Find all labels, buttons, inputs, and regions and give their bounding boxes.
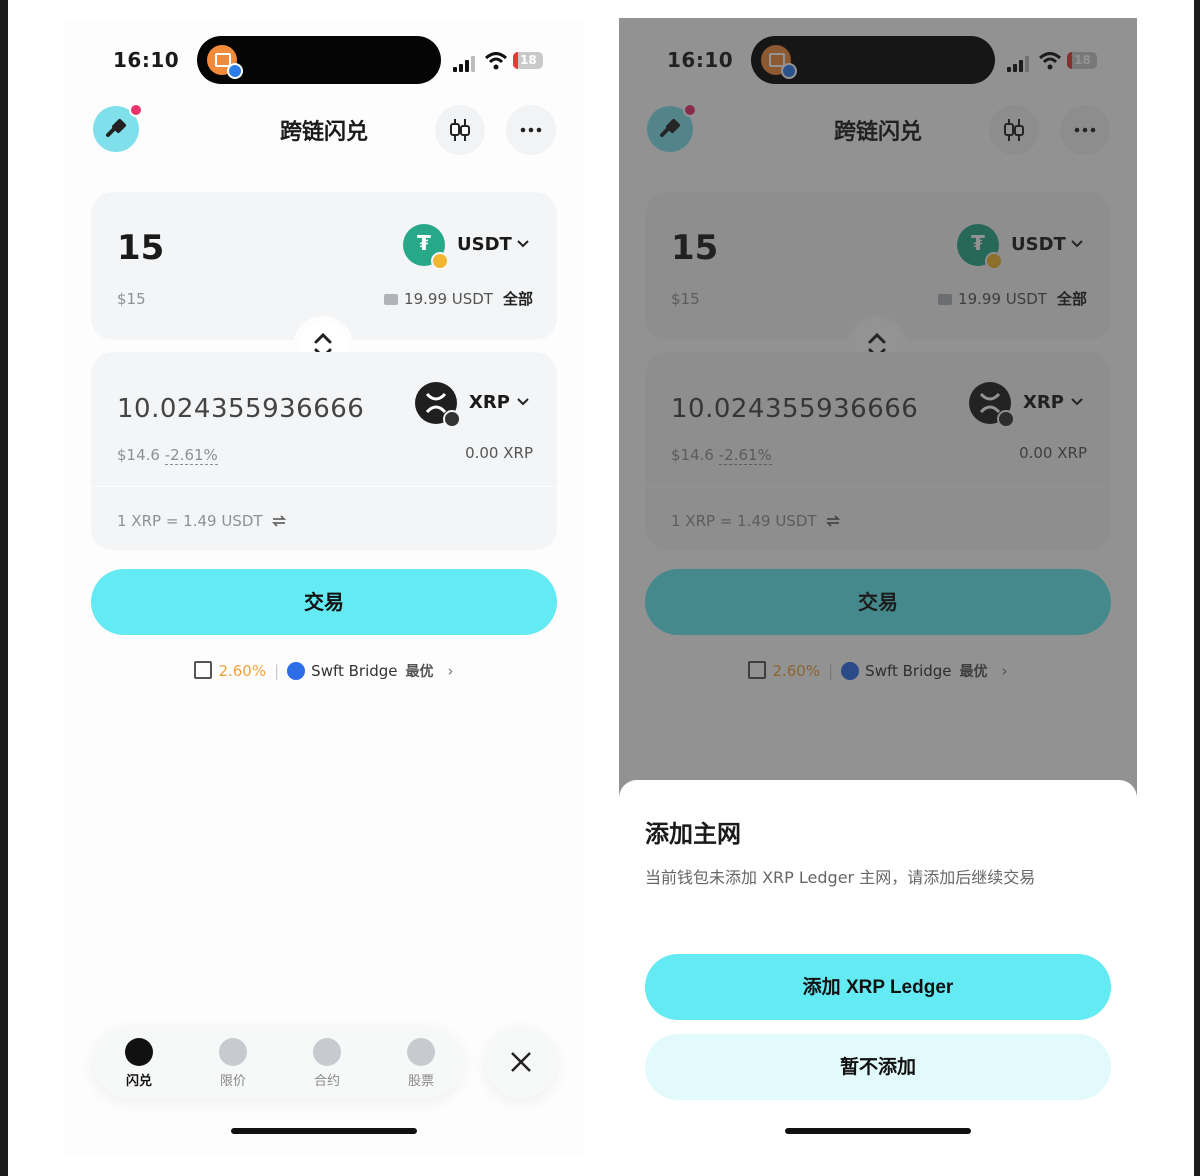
limit-icon xyxy=(219,1038,247,1066)
dynamic-island xyxy=(197,36,441,84)
more-icon xyxy=(520,127,542,133)
nav-item-swap[interactable]: 闪兑 xyxy=(109,1038,169,1089)
chart-button[interactable] xyxy=(435,105,485,155)
signal-icon xyxy=(453,56,477,72)
swap-icon xyxy=(125,1038,153,1066)
refresh-rate-icon xyxy=(272,515,287,527)
sheet-title: 添加主网 xyxy=(645,820,741,848)
home-indicator xyxy=(231,1128,417,1134)
xrp-logo-icon xyxy=(415,382,461,428)
phone-screen-add-network: 16:10 18 跨链闪兑 15 $15 xyxy=(619,18,1137,1158)
bottom-nav: 闪兑 限价 合约 股票 xyxy=(93,1026,463,1098)
receive-amount: 10.024355936666 xyxy=(117,394,365,424)
pay-amount-input[interactable]: 15 xyxy=(117,228,164,268)
close-icon xyxy=(511,1052,531,1072)
skip-button[interactable]: 暂不添加 xyxy=(645,1034,1111,1100)
frame-left xyxy=(0,0,8,1176)
close-button[interactable] xyxy=(485,1026,557,1098)
nav-item-contract[interactable]: 合约 xyxy=(297,1038,357,1089)
route-provider: Swft Bridge xyxy=(311,662,398,680)
swft-logo-icon xyxy=(287,662,306,680)
add-network-button[interactable]: 添加 XRP Ledger xyxy=(645,954,1111,1020)
chevron-down-icon xyxy=(517,398,529,406)
pay-token-selector[interactable]: ₮ USDT xyxy=(403,224,533,270)
nav-item-stock[interactable]: 股票 xyxy=(391,1038,451,1089)
fee-value: 2.60% xyxy=(218,662,267,680)
best-badge: 最优 xyxy=(405,664,434,680)
route-info[interactable]: 2.60% | Swft Bridge 最优 › xyxy=(65,661,583,683)
more-button[interactable] xyxy=(506,105,556,155)
price-impact: -2.61% xyxy=(164,446,218,465)
candlestick-icon xyxy=(450,119,470,141)
receive-token-name: XRP xyxy=(469,392,510,413)
battery-icon: 18 xyxy=(513,52,543,69)
receive-card: 10.024355936666 XRP $14.6 -2.61% 0.00 XR… xyxy=(91,352,557,550)
pay-token-name: USDT xyxy=(457,234,512,255)
nav-item-limit[interactable]: 限价 xyxy=(203,1038,263,1089)
home-indicator xyxy=(785,1128,971,1134)
frame-right xyxy=(1194,0,1200,1176)
sheet-message: 当前钱包未添加 XRP Ledger 主网，请添加后继续交易 xyxy=(645,868,1036,887)
pay-usd-value: $15 xyxy=(117,290,146,308)
pay-balance: 19.99 USDT全部 xyxy=(384,288,533,309)
stock-icon xyxy=(407,1038,435,1066)
wifi-icon xyxy=(485,52,507,70)
exchange-rate[interactable]: 1 XRP = 1.49 USDT xyxy=(117,512,287,530)
usdt-logo-icon: ₮ xyxy=(403,224,449,270)
status-time: 16:10 xyxy=(113,48,180,72)
receive-token-selector[interactable]: XRP xyxy=(415,382,535,428)
receive-balance: 0.00 XRP xyxy=(465,444,533,462)
receive-usd-value: $14.6 -2.61% xyxy=(117,446,218,465)
trade-button[interactable]: 交易 xyxy=(91,569,557,635)
contract-icon xyxy=(313,1038,341,1066)
chevron-right-icon: › xyxy=(447,662,454,680)
phone-screen-swap: 16:10 18 跨链闪兑 15 $15 ₮ USDT 19.99 USDT 全… xyxy=(65,18,583,1158)
chevron-down-icon xyxy=(517,240,529,248)
add-network-sheet: 添加主网 当前钱包未添加 XRP Ledger 主网，请添加后继续交易 添加 X… xyxy=(619,780,1137,1158)
max-button[interactable]: 全部 xyxy=(503,290,533,308)
fee-icon xyxy=(194,661,213,679)
divider xyxy=(91,486,557,487)
calendar-app-icon xyxy=(207,45,243,79)
wallet-icon xyxy=(384,294,399,305)
